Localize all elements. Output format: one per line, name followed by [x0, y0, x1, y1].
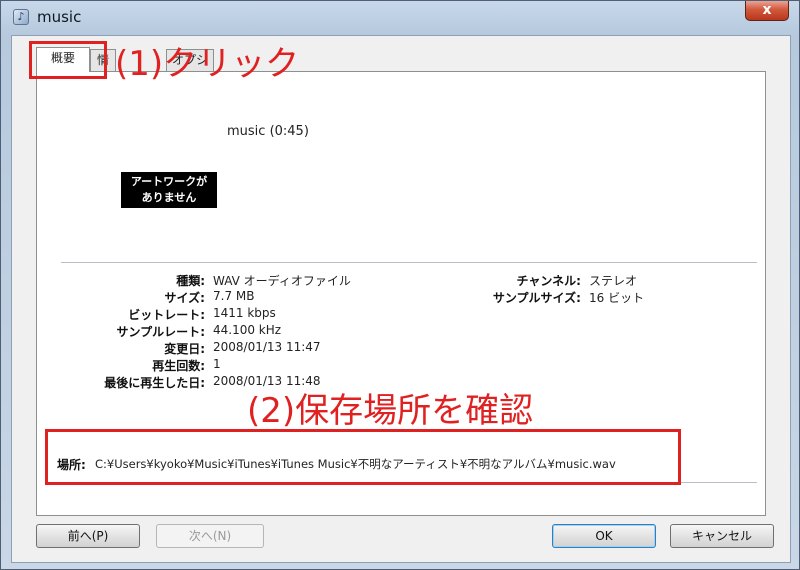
artwork-text-line2: ありません — [141, 191, 197, 204]
annotation-step2-text: (2)保存場所を確認 — [247, 391, 534, 431]
info-label-samplerate: サンプルレート: — [116, 325, 205, 339]
prev-button[interactable]: 前へ(P) — [36, 524, 140, 548]
info-value-playcount: 1 — [213, 357, 221, 371]
cancel-button[interactable]: キャンセル — [670, 524, 774, 548]
info-label-lastplayed: 最後に再生した日: — [104, 376, 205, 390]
annotation-box-location — [45, 429, 681, 485]
title-bar[interactable]: ♪ music x — [1, 1, 799, 33]
info-label-bitrate: ビットレート: — [128, 308, 205, 322]
info-value-kind: WAV オーディオファイル — [213, 274, 351, 288]
info-label-modified: 変更日: — [164, 342, 205, 356]
info-label-size: サイズ: — [164, 291, 205, 305]
artwork-text-line1: アートワークが — [130, 175, 208, 188]
music-note-icon: ♪ — [13, 9, 29, 25]
close-button[interactable]: x — [745, 1, 789, 21]
ok-button[interactable]: OK — [552, 524, 656, 548]
annotation-step1-text: (1)クリック — [115, 44, 300, 84]
next-button[interactable]: 次へ(N) — [156, 524, 264, 548]
info-label-samplesize: サンプルサイズ: — [492, 291, 581, 305]
artwork-placeholder: アートワークが ありません — [121, 172, 217, 208]
info-value-samplerate: 44.100 kHz — [213, 323, 282, 337]
info-value-modified: 2008/01/13 11:47 — [213, 340, 321, 354]
window-title: music — [37, 8, 82, 26]
info-value-channel: ステレオ — [589, 274, 638, 288]
info-value-samplesize: 16 ビット — [589, 291, 645, 305]
dialog-window: ♪ music x 概要 情 オプシ music (0:45) アートワークが … — [0, 0, 800, 570]
info-label-kind: 種類: — [176, 274, 205, 288]
divider-top — [61, 262, 757, 263]
info-value-bitrate: 1411 kbps — [213, 306, 276, 320]
track-title: music (0:45) — [227, 124, 309, 139]
tab-summary[interactable]: 概要 — [36, 47, 90, 72]
info-label-channel: チャンネル: — [516, 274, 581, 288]
info-value-size: 7.7 MB — [213, 289, 255, 303]
info-label-playcount: 再生回数: — [152, 359, 205, 373]
